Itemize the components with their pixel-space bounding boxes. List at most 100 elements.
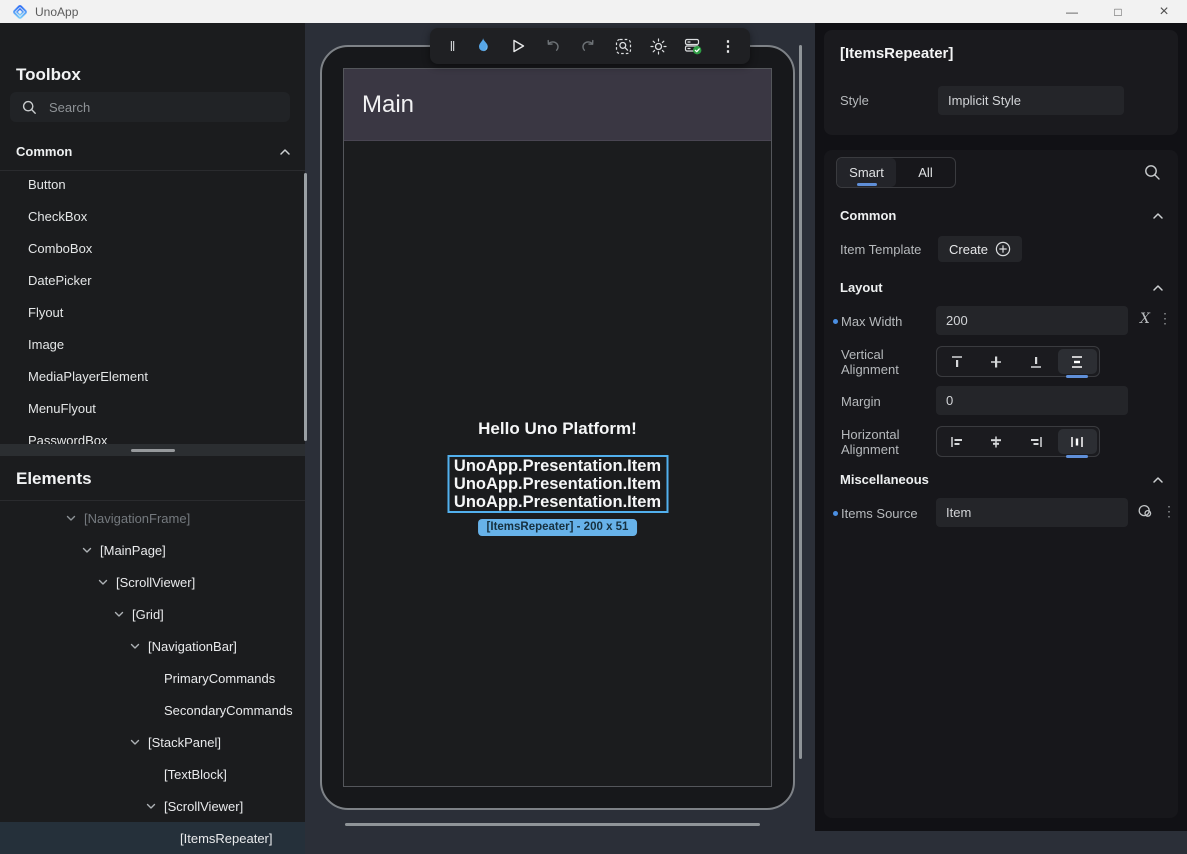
close-button[interactable]: × bbox=[1141, 0, 1187, 23]
tree-item-scrollviewer[interactable]: [ScrollViewer] bbox=[0, 566, 305, 598]
toolbox-item-menuflyout[interactable]: MenuFlyout bbox=[0, 393, 305, 425]
vertical-alignment-label: Vertical Alignment bbox=[841, 347, 899, 377]
repeater-item[interactable]: UnoApp.Presentation.Item bbox=[454, 475, 661, 493]
valign-top-button[interactable] bbox=[937, 347, 977, 376]
app-title: UnoApp bbox=[35, 5, 78, 19]
style-label: Style bbox=[840, 93, 869, 108]
valign-bottom-button[interactable] bbox=[1016, 347, 1056, 376]
properties-card: Smart All Common Item Template Create La… bbox=[824, 150, 1178, 818]
active-tab-indicator bbox=[857, 183, 877, 186]
tree-item-navigationbar[interactable]: [NavigationBar] bbox=[0, 630, 305, 662]
tree-item-mainpage[interactable]: [MainPage] bbox=[0, 534, 305, 566]
section-miscellaneous[interactable]: Miscellaneous bbox=[840, 472, 1164, 487]
toolbox-item-flyout[interactable]: Flyout bbox=[0, 297, 305, 329]
play-button[interactable] bbox=[509, 37, 527, 55]
chevron-down-icon[interactable] bbox=[128, 739, 142, 746]
modified-dot bbox=[833, 511, 838, 516]
selection-size-badge: [ItemsRepeater] - 200 x 51 bbox=[478, 519, 638, 536]
more-options-kebab-icon[interactable]: ⋮ bbox=[1162, 503, 1176, 520]
chevron-up-icon[interactable] bbox=[1152, 284, 1164, 292]
tree-item-grid[interactable]: [Grid] bbox=[0, 598, 305, 630]
minimize-button[interactable]: — bbox=[1049, 0, 1095, 23]
tree-item-navigationframe[interactable]: [NavigationFrame] bbox=[0, 502, 305, 534]
tree-item-textblock[interactable]: [TextBlock] bbox=[0, 758, 305, 790]
uno-logo-icon bbox=[12, 4, 28, 20]
canvas-horizontal-scrollbar[interactable] bbox=[345, 823, 760, 826]
items-source-input[interactable] bbox=[936, 498, 1128, 527]
valign-stretch-button[interactable] bbox=[1058, 349, 1098, 374]
valign-center-button[interactable] bbox=[977, 347, 1017, 376]
toolbox-title: Toolbox bbox=[16, 65, 81, 85]
properties-tabs: Smart All bbox=[836, 157, 956, 188]
halign-left-button[interactable] bbox=[937, 427, 977, 456]
data-binding-link-icon[interactable] bbox=[1137, 503, 1154, 520]
chevron-down-icon[interactable] bbox=[112, 611, 126, 618]
selected-element-card: [ItemsRepeater] Style bbox=[824, 30, 1178, 135]
halign-stretch-button[interactable] bbox=[1058, 429, 1098, 454]
toolbox-item-combobox[interactable]: ComboBox bbox=[0, 233, 305, 265]
toolbox-item-image[interactable]: Image bbox=[0, 329, 305, 361]
chevron-up-icon[interactable] bbox=[279, 148, 291, 156]
theme-toggle-sun-icon[interactable] bbox=[649, 37, 667, 55]
server-status-check-icon[interactable] bbox=[684, 37, 702, 55]
tab-all[interactable]: All bbox=[896, 158, 955, 187]
toolbox-section-common[interactable]: Common bbox=[16, 144, 291, 159]
toolbox-search[interactable] bbox=[10, 92, 290, 122]
element-inspector-icon[interactable] bbox=[614, 37, 632, 55]
panel-splitter[interactable] bbox=[0, 444, 305, 456]
toolbox-item-checkbox[interactable]: CheckBox bbox=[0, 201, 305, 233]
tree-item-scrollviewer-2[interactable]: [ScrollViewer] bbox=[0, 790, 305, 822]
toolbox-item-button[interactable]: Button bbox=[0, 169, 305, 201]
hello-textblock[interactable]: Hello Uno Platform! bbox=[344, 419, 771, 439]
properties-search-icon[interactable] bbox=[1144, 164, 1161, 181]
section-common[interactable]: Common bbox=[840, 208, 1164, 223]
halign-center-button[interactable] bbox=[977, 427, 1017, 456]
tab-smart[interactable]: Smart bbox=[837, 158, 896, 187]
halign-right-button[interactable] bbox=[1016, 427, 1056, 456]
chevron-down-icon[interactable] bbox=[128, 643, 142, 650]
style-input[interactable] bbox=[938, 86, 1124, 115]
design-canvas[interactable]: ‖ bbox=[305, 23, 815, 831]
undo-button[interactable] bbox=[544, 37, 562, 55]
element-tree: [NavigationFrame] [MainPage] [ScrollView… bbox=[0, 502, 305, 854]
left-sidebar: Toolbox Common Button CheckBox ComboBox … bbox=[0, 23, 305, 831]
margin-label: Margin bbox=[841, 394, 881, 409]
vertical-alignment-group bbox=[936, 346, 1100, 377]
search-input[interactable] bbox=[49, 100, 278, 115]
itemsrepeater-selection[interactable]: UnoApp.Presentation.Item UnoApp.Presenta… bbox=[447, 455, 668, 513]
splitter-grip-icon bbox=[131, 449, 175, 452]
more-options-kebab-icon[interactable]: ⋮ bbox=[719, 37, 737, 55]
repeater-item[interactable]: UnoApp.Presentation.Item bbox=[454, 457, 661, 475]
binding-x-icon[interactable]: X bbox=[1140, 311, 1150, 327]
repeater-item[interactable]: UnoApp.Presentation.Item bbox=[454, 493, 661, 511]
item-template-label: Item Template bbox=[840, 242, 921, 257]
window-controls: — □ × bbox=[1049, 0, 1187, 23]
section-layout[interactable]: Layout bbox=[840, 280, 1164, 295]
chevron-up-icon[interactable] bbox=[1152, 212, 1164, 220]
maximize-button[interactable]: □ bbox=[1095, 0, 1141, 23]
tree-item-itemsrepeater[interactable]: [ItemsRepeater] bbox=[0, 822, 305, 854]
create-template-button[interactable]: Create bbox=[938, 236, 1022, 262]
more-options-kebab-icon[interactable]: ⋮ bbox=[1158, 310, 1172, 327]
chevron-down-icon[interactable] bbox=[144, 803, 158, 810]
tree-item-secondarycommands[interactable]: SecondaryCommands bbox=[0, 694, 305, 726]
chevron-up-icon[interactable] bbox=[1152, 476, 1164, 484]
toolbox-scrollbar[interactable] bbox=[304, 173, 307, 441]
toolbar-drag-handle[interactable]: ‖ bbox=[443, 37, 461, 55]
tree-item-primarycommands[interactable]: PrimaryCommands bbox=[0, 662, 305, 694]
toolbox-item-datepicker[interactable]: DatePicker bbox=[0, 265, 305, 297]
chevron-down-icon[interactable] bbox=[96, 579, 110, 586]
app-navigationbar[interactable]: Main bbox=[344, 69, 771, 141]
window-titlebar: UnoApp — □ × bbox=[0, 0, 1187, 23]
toolbox-item-mediaplayerelement[interactable]: MediaPlayerElement bbox=[0, 361, 305, 393]
max-width-input[interactable] bbox=[936, 306, 1128, 335]
hot-reload-flame-icon[interactable] bbox=[474, 37, 492, 55]
canvas-vertical-scrollbar[interactable] bbox=[799, 45, 802, 759]
device-screen[interactable]: Main Hello Uno Platform! UnoApp.Presenta… bbox=[343, 68, 772, 787]
chevron-down-icon[interactable] bbox=[80, 547, 94, 554]
redo-button[interactable] bbox=[579, 37, 597, 55]
tree-item-stackpanel[interactable]: [StackPanel] bbox=[0, 726, 305, 758]
margin-input[interactable] bbox=[936, 386, 1128, 415]
chevron-down-icon[interactable] bbox=[64, 515, 78, 522]
selected-indicator bbox=[1066, 455, 1088, 458]
